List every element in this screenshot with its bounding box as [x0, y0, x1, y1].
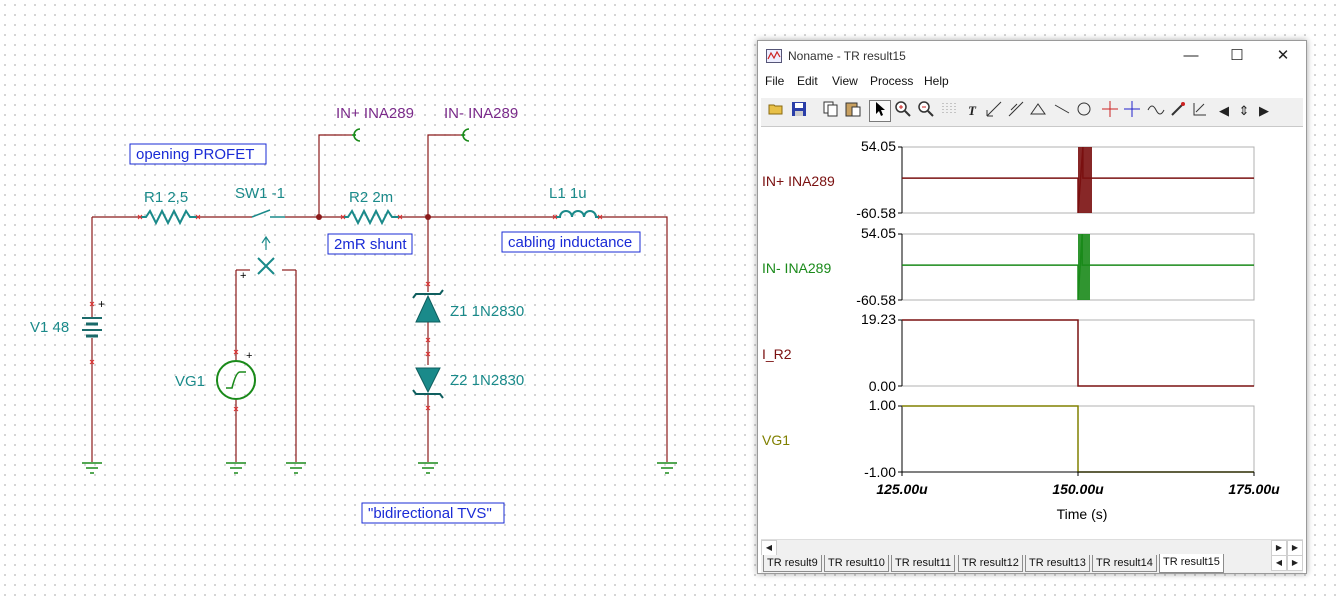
tab-tr-result15[interactable]: TR result15 [1159, 554, 1224, 573]
r1-resistor[interactable] [140, 208, 198, 226]
toolbar: T ◀ ⇕ ▶ [761, 97, 1303, 127]
scroll-end-icon[interactable]: ▶ [1287, 540, 1303, 556]
z1-label: Z1 1N2830 [450, 303, 524, 320]
series-label: VG1 [762, 432, 790, 448]
menu-edit[interactable]: Edit [797, 74, 818, 88]
r1-label: R1 2,5 [144, 189, 188, 206]
scroll-right-icon[interactable]: ▶ [1271, 540, 1287, 556]
transient-burst [1078, 147, 1092, 213]
left-icon[interactable]: ◀ [1213, 100, 1235, 122]
y-max-label: 54.05 [861, 138, 896, 154]
tr-result-window[interactable]: Noname - TR result15 — ☐ ✕ File Edit Vie… [757, 40, 1307, 574]
minimize-button[interactable]: — [1168, 41, 1214, 71]
tabs-scroll-left-icon[interactable]: ◀ [1271, 555, 1287, 571]
open-icon[interactable] [765, 100, 787, 122]
y-min-label: -1.00 [864, 464, 896, 480]
y-max-label: 19.23 [861, 311, 896, 327]
x-tick-label: 125.00u [876, 481, 928, 497]
right-icon[interactable]: ▶ [1253, 100, 1275, 122]
waveform-plot[interactable]: 54.05 -60.58 IN+ INA289 54.05 -60.58 IN- INA2… [758, 127, 1306, 537]
axis-x-icon[interactable] [983, 100, 1005, 122]
title-bar[interactable]: Noname - TR result15 — ☐ ✕ [758, 41, 1306, 71]
line-icon[interactable] [1051, 100, 1073, 122]
probe-in-minus[interactable] [451, 128, 470, 142]
label-profet: opening PROFET [136, 146, 254, 163]
vg1-label: VG1 [175, 373, 205, 390]
y-max-label: 1.00 [869, 397, 896, 413]
pen-icon[interactable] [1189, 100, 1211, 122]
x-tick-label: 175.00u [1228, 481, 1280, 497]
window-title: Noname - TR result15 [788, 49, 906, 63]
app-icon [766, 49, 782, 63]
z2-label: Z2 1N2830 [450, 372, 524, 389]
zoom-in-icon[interactable] [892, 100, 914, 122]
y-max-label: 54.05 [861, 225, 896, 241]
menu-file[interactable]: File [765, 74, 784, 88]
probe-in-minus-label: IN- INA289 [444, 105, 518, 122]
tab-tr-result11[interactable]: TR result11 [891, 555, 956, 572]
v1-plus: + [98, 297, 105, 311]
cursor-b-icon[interactable] [1121, 100, 1143, 122]
x-tick-label: 150.00u [1052, 481, 1104, 497]
l1-label: L1 1u [549, 185, 587, 202]
vg1-plus: + [246, 350, 252, 362]
sw1-switch[interactable] [251, 209, 285, 275]
label-tvs: "bidirectional TVS" [368, 505, 492, 522]
updown-icon[interactable]: ⇕ [1233, 100, 1255, 122]
zoom-out-icon[interactable] [915, 100, 937, 122]
scroll-left-icon[interactable]: ◀ [761, 540, 777, 556]
menu-view[interactable]: View [832, 74, 858, 88]
label-cabling: cabling inductance [508, 234, 632, 251]
y-min-label: 0.00 [869, 378, 896, 394]
series-label: I_R2 [762, 346, 792, 362]
save-icon[interactable] [788, 100, 810, 122]
probe-in-plus[interactable] [342, 128, 361, 142]
sw1-label: SW1 -1 [235, 185, 285, 202]
maximize-button[interactable]: ☐ [1214, 41, 1260, 71]
axis-y-icon[interactable] [1005, 100, 1027, 122]
tab-tr-result13[interactable]: TR result13 [1025, 555, 1090, 572]
paste-icon[interactable] [842, 100, 864, 122]
result-tabs: TR result9 TR result10 TR result11 TR re… [761, 554, 1303, 573]
tab-tr-result10[interactable]: TR result10 [824, 555, 889, 572]
cursor-a-icon[interactable] [1099, 100, 1121, 122]
menu-bar: File Edit View Process Help [758, 71, 1306, 93]
z2-zener[interactable] [412, 367, 444, 399]
label-shunt: 2mR shunt [334, 236, 407, 253]
axis-z-icon[interactable] [1027, 100, 1049, 122]
menu-help[interactable]: Help [924, 74, 949, 88]
l1-inductor[interactable] [555, 210, 600, 218]
r2-resistor[interactable] [343, 208, 400, 226]
tab-tr-result12[interactable]: TR result12 [958, 555, 1023, 572]
x-axis-title: Time (s) [1057, 506, 1108, 522]
y-min-label: -60.58 [856, 292, 896, 308]
menu-process[interactable]: Process [870, 74, 913, 88]
tab-tr-result14[interactable]: TR result14 [1092, 555, 1157, 572]
pointer-icon[interactable] [869, 100, 891, 122]
grid-icon[interactable] [938, 100, 960, 122]
y-min-label: -60.58 [856, 205, 896, 221]
circle-icon[interactable] [1073, 100, 1095, 122]
tab-tr-result9[interactable]: TR result9 [763, 555, 822, 572]
v1-battery[interactable] [82, 317, 102, 338]
probe-in-plus-label: IN+ INA289 [336, 105, 414, 122]
ground-symbols [82, 462, 677, 474]
z1-zener[interactable] [412, 289, 444, 323]
sw1-plus: + [240, 270, 246, 282]
series-label: IN- INA289 [762, 260, 831, 276]
probe-icon[interactable] [1167, 100, 1189, 122]
r2-label: R2 2m [349, 189, 393, 206]
close-button[interactable]: ✕ [1260, 41, 1306, 71]
wave-icon[interactable] [1145, 100, 1167, 122]
v1-label: V1 48 [30, 319, 69, 336]
schematic-canvas[interactable]: R1 2,5 SW1 -1 + R2 2m L1 1u IN+ INA289 I… [0, 0, 755, 604]
tabs-scroll-right-icon[interactable]: ▶ [1287, 555, 1303, 571]
text-icon[interactable]: T [961, 100, 983, 122]
copy-icon[interactable] [819, 100, 841, 122]
vg1-generator[interactable] [216, 360, 256, 400]
series-label: IN+ INA289 [762, 173, 835, 189]
transient-burst [1078, 234, 1090, 300]
